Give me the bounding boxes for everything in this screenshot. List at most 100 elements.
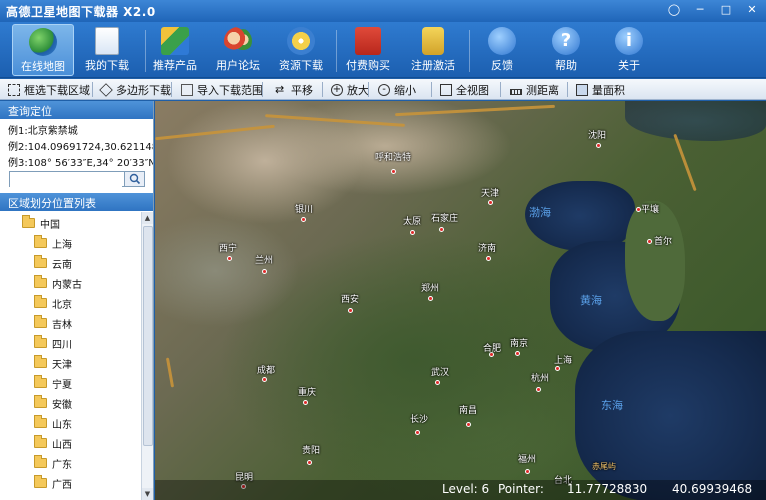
tree-item[interactable]: 四川: [34, 333, 72, 353]
tool-measure-distance[interactable]: 测距离: [510, 82, 559, 98]
tools-separator: [500, 82, 501, 97]
toolbar-purchase[interactable]: 付费购买: [337, 24, 399, 76]
sea-east: [575, 331, 766, 500]
toolbar-about[interactable]: i 关于: [598, 24, 660, 76]
region-header: 区域划分位置列表: [0, 193, 153, 211]
city-label: 天津: [481, 189, 500, 199]
toolbar-label: 用户论坛: [216, 59, 260, 72]
toolbar-label: 注册激活: [411, 59, 455, 72]
tree-item[interactable]: 宁夏: [34, 373, 72, 393]
query-example: 例3:108° 56′33″E,34° 20′33″N: [8, 158, 153, 169]
city-dot: [435, 380, 440, 385]
tools-separator: [92, 82, 93, 97]
tool-measure-area[interactable]: 量面积: [576, 82, 625, 98]
map-tools-bar: 框选下载区域 多边形下载 导入下载范围 ⇄ 平移 + 放大 - 缩小 全视图 测…: [0, 79, 766, 100]
tree-item[interactable]: 天津: [34, 353, 72, 373]
toolbar-register[interactable]: 注册激活: [402, 24, 464, 76]
sea-label: 黄海: [580, 294, 602, 307]
city-dot: [348, 308, 353, 313]
national-border: [155, 124, 275, 141]
city-label: 西宁: [219, 244, 238, 254]
tool-label: 多边形下载: [116, 84, 171, 97]
city-dot: [301, 217, 306, 222]
toolbar-recommended[interactable]: 推荐产品: [144, 24, 206, 76]
search-icon: [129, 173, 141, 185]
scroll-up-icon[interactable]: ▲: [142, 212, 153, 224]
zoom-level: Level: 6: [442, 482, 490, 496]
toolbar-label: 在线地图: [21, 60, 65, 73]
tree-item[interactable]: 内蒙古: [34, 273, 82, 293]
tool-label: 缩小: [394, 84, 416, 97]
city-label: 兰州: [255, 256, 274, 266]
tools-separator: [431, 82, 432, 97]
city-label: 呼和浩特: [375, 153, 412, 163]
users-icon: [224, 27, 252, 55]
tree-item[interactable]: 云南: [34, 253, 72, 273]
pan-icon: ⇄: [275, 83, 285, 96]
tree-item[interactable]: 山西: [34, 433, 72, 453]
toolbar-forum[interactable]: 用户论坛: [207, 24, 269, 76]
toolbar-label: 反馈: [491, 59, 513, 72]
minimize-icon[interactable]: ─: [692, 3, 708, 17]
national-border: [265, 114, 405, 127]
close-icon[interactable]: ✕: [744, 3, 760, 17]
satellite-map[interactable]: 呼和浩特 沈阳 天津 银川 太原 石家庄 西宁 兰州 济南 平壤 首尔 西安 郑…: [155, 101, 766, 500]
query-header: 查询定位: [0, 101, 153, 119]
toolbar-my-downloads[interactable]: 我的下载: [76, 24, 138, 76]
region-tree: 中国 上海 云南 内蒙古 北京 吉林 四川 天津 宁夏 安徽 山东 山西 广东 …: [0, 212, 142, 500]
city-label: 上海: [554, 356, 573, 366]
tree-item-label: 广东: [52, 459, 72, 471]
tree-item[interactable]: 广西: [34, 473, 72, 493]
maximize-icon[interactable]: □: [718, 3, 734, 17]
toolbar-feedback[interactable]: 反馈: [471, 24, 533, 76]
tree-item[interactable]: 广东: [34, 453, 72, 473]
search-input[interactable]: [10, 172, 122, 187]
tools-separator: [322, 82, 323, 97]
toolbar-label: 推荐产品: [153, 59, 197, 72]
city-dot: [536, 387, 541, 392]
tree-item-label: 广西: [52, 479, 72, 491]
tool-full-view[interactable]: 全视图: [440, 82, 489, 98]
folder-icon: [34, 335, 47, 348]
tree-item[interactable]: 吉林: [34, 313, 72, 333]
help-icon: ?: [552, 27, 580, 55]
city-dot: [466, 422, 471, 427]
tree-item-label: 山东: [52, 419, 72, 431]
tree-item-label: 云南: [52, 259, 72, 271]
tool-label: 量面积: [592, 84, 625, 97]
tree-root[interactable]: 中国: [22, 213, 60, 233]
tree-item[interactable]: 山东: [34, 413, 72, 433]
cubes-icon: [161, 27, 189, 55]
tool-import[interactable]: 导入下载范围: [181, 82, 263, 98]
scroll-down-icon[interactable]: ▼: [142, 488, 153, 500]
tool-polygon[interactable]: 多边形下载: [99, 82, 171, 98]
menu-icon[interactable]: ◯: [666, 3, 682, 17]
city-dot: [262, 377, 267, 382]
pointer-lon: 11.77728830: [567, 482, 648, 496]
city-dot: [307, 460, 312, 465]
tool-zoom-in[interactable]: + 放大: [331, 82, 369, 98]
folder-icon: [34, 235, 47, 248]
tree-scrollbar[interactable]: ▲ ▼: [141, 212, 153, 500]
city-dot: [647, 239, 652, 244]
city-label: 西安: [341, 295, 360, 305]
scrollbar-thumb[interactable]: [143, 226, 153, 446]
tree-item[interactable]: 北京: [34, 293, 72, 313]
city-dot: [415, 430, 420, 435]
tree-item-label: 山西: [52, 439, 72, 451]
toolbar-label: 资源下载: [279, 59, 323, 72]
tool-zoom-out[interactable]: - 缩小: [378, 82, 416, 98]
city-label: 成都: [257, 366, 276, 376]
toolbar-resources[interactable]: 资源下载: [270, 24, 332, 76]
toolbar-help[interactable]: ? 帮助: [535, 24, 597, 76]
tree-item[interactable]: 安徽: [34, 393, 72, 413]
toolbar-online-map[interactable]: 在线地图: [12, 24, 74, 76]
tools-separator: [262, 82, 263, 97]
tool-pan[interactable]: ⇄ 平移: [275, 82, 313, 98]
island-label: 赤尾屿: [592, 462, 616, 471]
pointer-lat: 40.69939468: [672, 482, 753, 496]
search-button[interactable]: [124, 172, 144, 186]
tree-item[interactable]: 上海: [34, 233, 72, 253]
tool-rect-select[interactable]: 框选下载区域: [8, 82, 90, 98]
folder-icon: [34, 375, 47, 388]
